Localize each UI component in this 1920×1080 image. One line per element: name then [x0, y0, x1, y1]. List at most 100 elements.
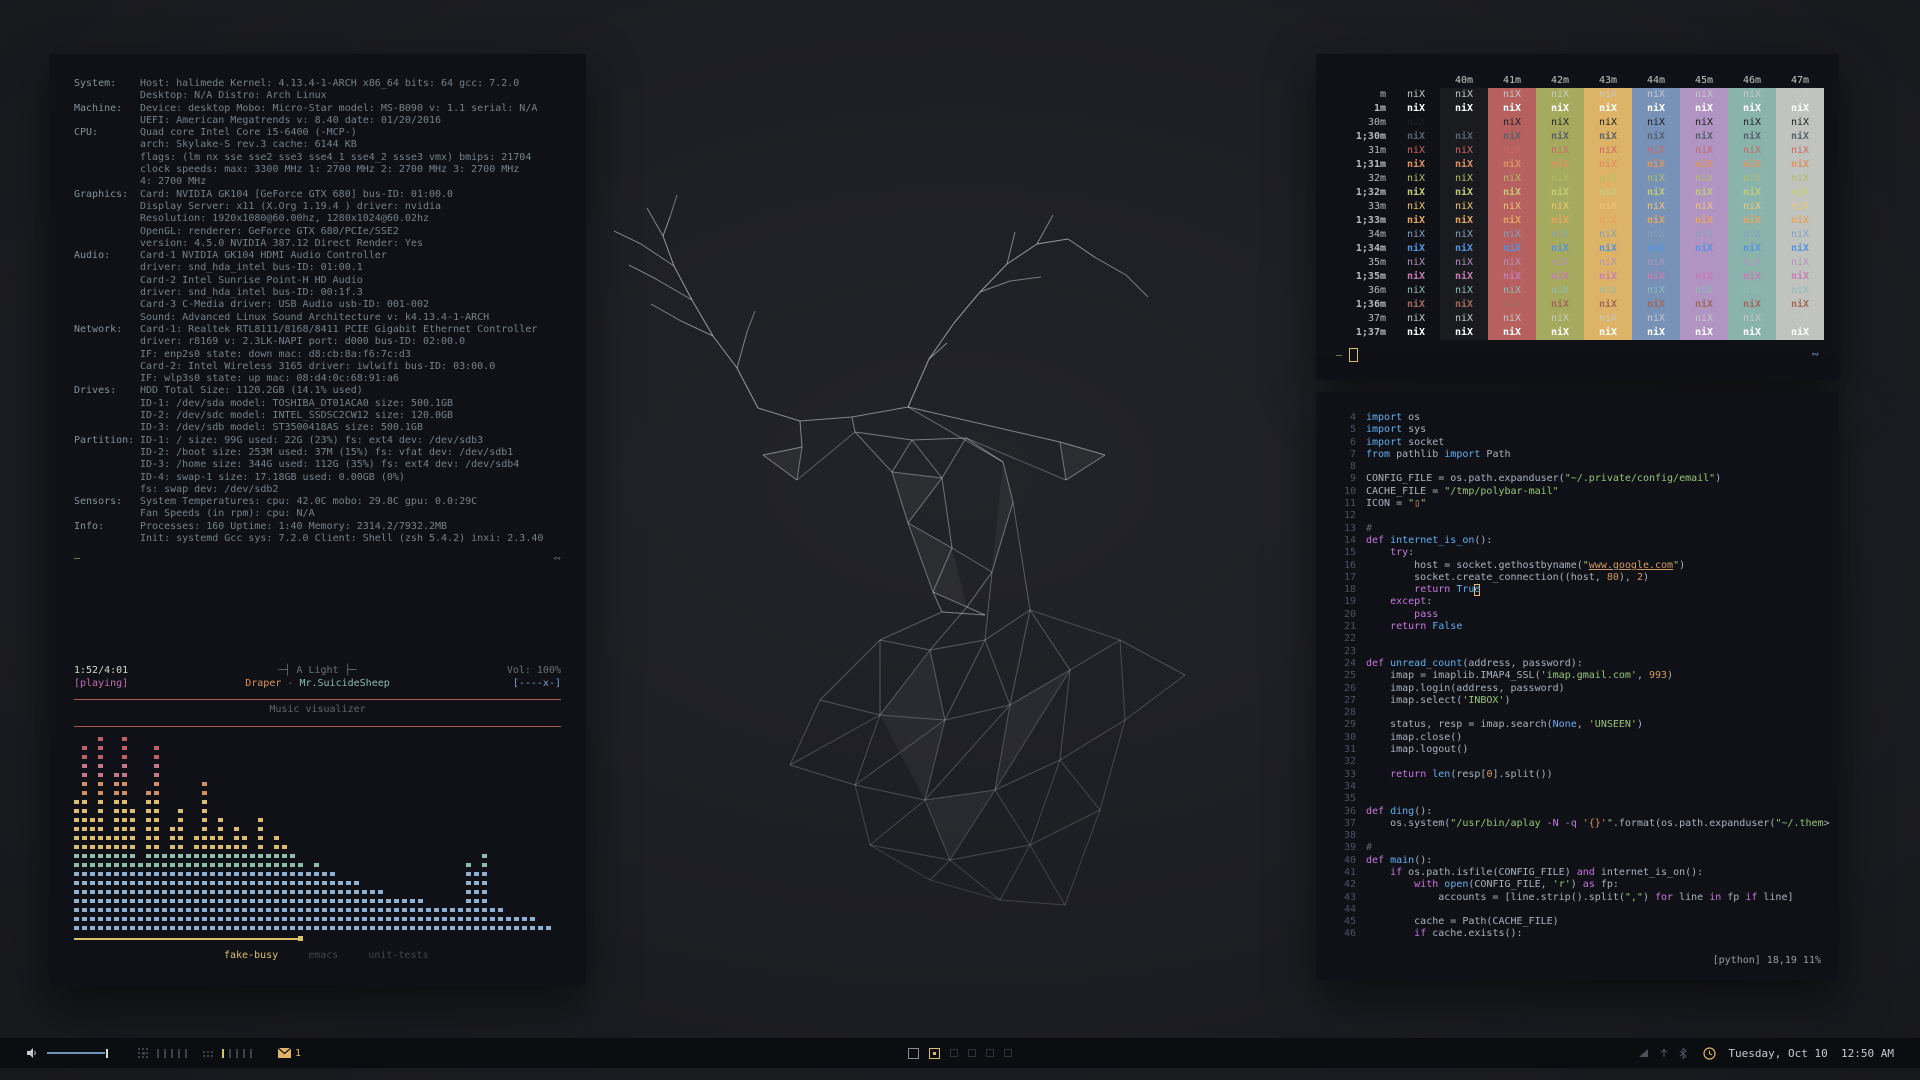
code-line: 26 imap.login(address, password) [1343, 682, 1565, 694]
sysinfo-line: 4: 2700 MHz [140, 176, 207, 188]
visualizer-bar [378, 885, 383, 931]
workspace-1[interactable] [908, 1047, 919, 1059]
clock-icon[interactable] [1703, 1046, 1717, 1060]
visualizer-bar [522, 912, 527, 931]
sysinfo-line: Graphics: Card: NVIDIA GK104 [GeForce GTX… [74, 188, 454, 200]
sysinfo-terminal-window[interactable]: System: Host: halimede Kernel: 4.13.4-1-A… [49, 54, 586, 986]
sysinfo-line: Fan Speeds (in rpm): cpu: N/A [140, 508, 315, 520]
shell-prompt: — [74, 553, 81, 565]
music-visualizer [74, 732, 561, 931]
code-line: 45 cache = Path(CACHE_FILE) [1343, 916, 1559, 928]
track-artist-line: Draper - Mr.SuicideSheep [245, 678, 390, 690]
visualizer-bar [482, 849, 487, 931]
code-line: 8 [1349, 461, 1356, 473]
volume-slider[interactable] [47, 1052, 105, 1054]
visualizer-bar [106, 831, 111, 931]
visualizer-bar [274, 831, 279, 931]
code-line: 44 [1343, 903, 1356, 915]
colortest-terminal-window[interactable]: 40m 41m 42m 43m 44m 45m 46m 47m m niX niX niX niX niX… [1316, 54, 1839, 380]
code-line: 20 pass [1343, 608, 1439, 620]
color-table-row: m niX niX niX niX niX niX niX niX niX [1336, 88, 1824, 102]
workspace-3[interactable] [950, 1049, 958, 1057]
visualizer-bar [82, 741, 87, 931]
color-table-row: 1;32m niX niX niX niX niX niX niX niX niX [1336, 186, 1824, 200]
color-table-row: 1;31m niX niX niX niX niX niX niX niX niX [1336, 158, 1824, 172]
visualizer-bar [394, 894, 399, 931]
visualizer-bar [354, 876, 359, 931]
color-table-row: 35m niX niX niX niX niX niX niX niX niX [1336, 256, 1824, 270]
visualizer-bar [514, 912, 519, 931]
code-line: 25 imap = imaplib.IMAP4_SSL('imap.gmail.… [1343, 670, 1674, 682]
stat-bars-module[interactable] [222, 1048, 252, 1058]
bar-left-modules: 1 [26, 1047, 301, 1059]
code-line: 40 def main (): [1343, 854, 1433, 866]
sysinfo-line: ID-3: /dev/sdb model: ST3500418AS size: … [140, 422, 423, 434]
code-line: 19 except: [1343, 596, 1433, 608]
code-line: 24 def unread_count (address, password): [1343, 657, 1583, 669]
visualizer-bar [546, 921, 551, 931]
code-line: 37 os.system("/usr/bin/aplay -N -q '{}' "… [1343, 817, 1830, 829]
workspace-5[interactable] [986, 1049, 994, 1057]
scroll-mark: ∾ [553, 553, 561, 564]
sysinfo-line: Sound: Advanced Linux Sound Architecture… [140, 311, 490, 323]
sysinfo-prompt-line[interactable]: — ∾ [74, 553, 561, 564]
code-line: 7 from pathlib import Path [1349, 448, 1511, 460]
vim-cursor: e [1474, 584, 1481, 596]
sysinfo-line: Network: Card-1: Realtek RTL8111/8168/841… [74, 323, 538, 335]
sysinfo-line: System: Host: halimede Kernel: 4.13.4-1-A… [74, 78, 520, 89]
code-line: 39 # [1343, 842, 1373, 854]
workspace-2[interactable] [929, 1047, 940, 1059]
datetime[interactable]: Tuesday, Oct 10 12:50 AM [1728, 1047, 1894, 1060]
visualizer-bar [370, 885, 375, 931]
visualizer-bar [386, 894, 391, 931]
song-progress-bar[interactable] [74, 936, 561, 942]
tab-unit-tests[interactable]: unit-tests [368, 950, 428, 961]
code-buffer[interactable]: 4 import os 5 import sys 6 import socket 7 from… [1330, 412, 1830, 941]
sysinfo-line: Card-2: Intel Wireless 3165 driver: iwlw… [140, 360, 496, 372]
sysinfo-line: Audio: Card-1 NVIDIA GK104 HDMI Audio Con… [74, 250, 387, 262]
sysinfo-line: Sensors: System Temperatures: cpu: 42.0C … [74, 496, 478, 508]
visualizer-bar [74, 795, 79, 931]
code-line: 41 if os.path.isfile(CONFIG_FILE) and in… [1343, 866, 1704, 878]
visualizer-bar [538, 921, 543, 931]
code-line: 29 status, resp = imap.search(None, 'UNS… [1343, 719, 1643, 731]
visualizer-bar [162, 849, 167, 931]
code-line: 34 [1343, 780, 1356, 792]
workspace-6[interactable] [1004, 1049, 1012, 1057]
grid-icon[interactable] [203, 1048, 214, 1059]
visualizer-bar [346, 876, 351, 931]
colortest-prompt-line[interactable]: — ∾ [1336, 348, 1819, 362]
visualizer-bar [418, 894, 423, 931]
tab-fake-busy[interactable]: fake-busy [224, 950, 278, 961]
visualizer-bar [234, 822, 239, 931]
code-line: 31 imap.logout() [1343, 744, 1469, 756]
volume-slider-handle[interactable] [106, 1048, 108, 1058]
code-editor-window[interactable]: 4 import os 5 import sys 6 import socket 7 from… [1316, 392, 1839, 980]
stat-bars-module[interactable] [157, 1048, 187, 1058]
tab-emacs[interactable]: emacs [308, 950, 338, 961]
bar-right-modules: Tuesday, Oct 10 12:50 AM [1639, 1047, 1894, 1060]
visualizer-bar [402, 894, 407, 931]
visualizer-bar [146, 786, 151, 931]
sysinfo-line: Card-2 Intel Sunrise Point-H HD Audio [140, 274, 363, 286]
bluetooth-icon[interactable] [1679, 1047, 1688, 1059]
visualizer-bar [290, 849, 295, 931]
color-table-row: 1;34m niX niX niX niX niX niX niX niX niX [1336, 242, 1824, 256]
upload-arrow-icon[interactable] [1659, 1048, 1669, 1058]
color-table-row: 1;35m niX niX niX niX niX niX niX niX niX [1336, 270, 1824, 284]
code-line: 23 [1343, 645, 1356, 657]
code-line: 21 return False [1343, 621, 1463, 633]
speaker-icon[interactable] [26, 1047, 38, 1059]
workspace-4[interactable] [968, 1049, 976, 1057]
mail-module[interactable]: 1 [278, 1048, 301, 1059]
grid-icon[interactable] [138, 1047, 149, 1059]
visualizer-bar [506, 912, 511, 931]
code-line: 33 return len (resp[0].split()) [1343, 768, 1553, 780]
color-table-row: 30m niX niX niX niX niX niX niX niX niX [1336, 116, 1824, 130]
network-signal-icon[interactable] [1639, 1048, 1649, 1058]
mail-icon [278, 1048, 291, 1058]
visualizer-bar [362, 885, 367, 931]
visualizer-bar [194, 831, 199, 931]
track-time: 1:52/4:01 [74, 665, 129, 677]
visualizer-bar [338, 876, 343, 931]
